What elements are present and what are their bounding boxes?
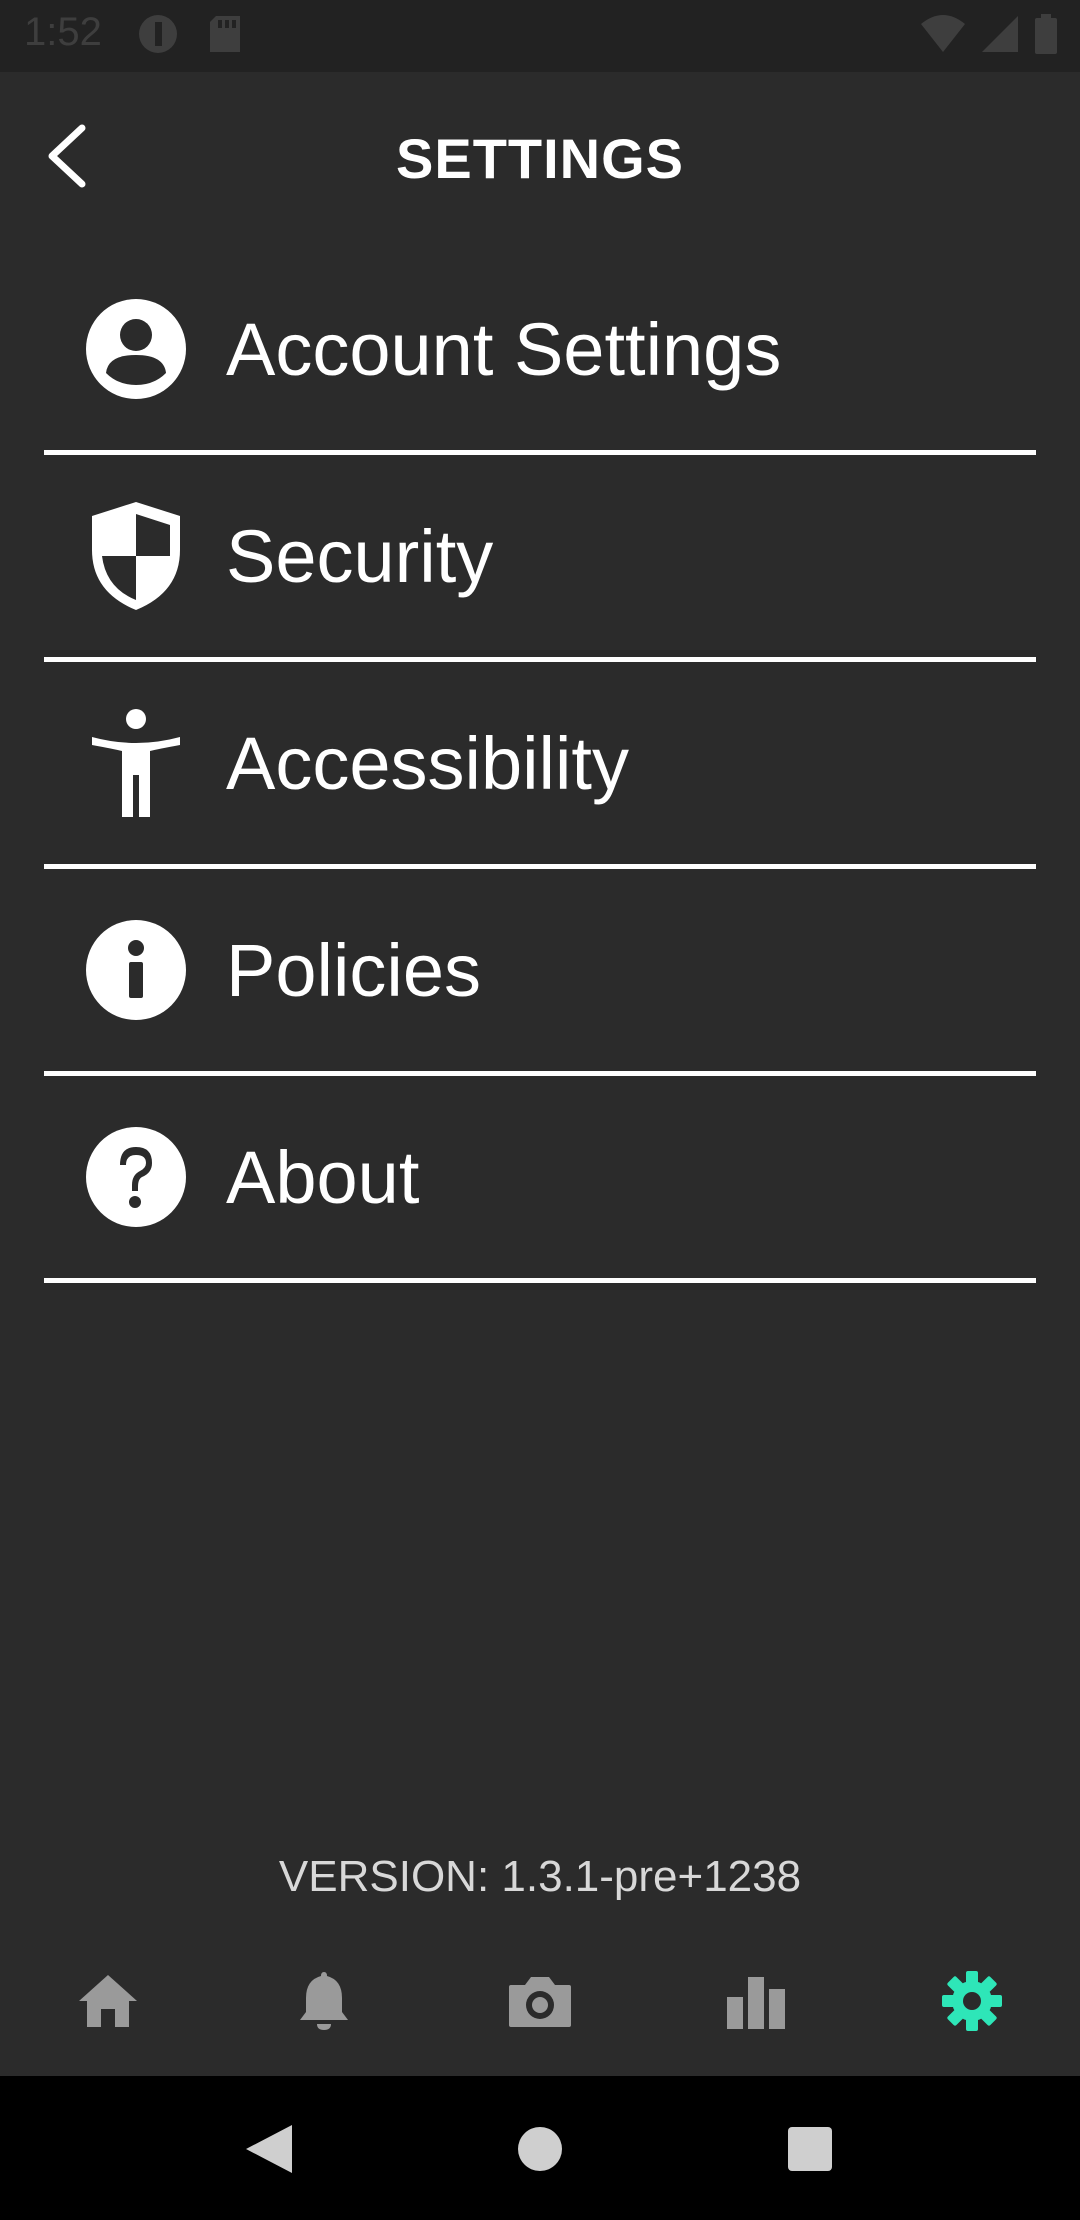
settings-item-label: Accessibility — [226, 721, 629, 805]
nav-settings-button[interactable] — [922, 1956, 1022, 2046]
signal-icon — [980, 14, 1020, 59]
system-recents-button[interactable] — [765, 2104, 855, 2194]
camera-icon — [509, 1977, 571, 2027]
settings-item-label: About — [226, 1135, 420, 1219]
shield-icon — [84, 502, 188, 610]
recents-square-icon — [788, 2127, 832, 2171]
nav-camera-button[interactable] — [490, 1956, 590, 2046]
nav-stats-button[interactable] — [706, 1956, 806, 2046]
battery-icon — [1034, 14, 1058, 59]
bottom-nav — [0, 1932, 1080, 2076]
settings-item-policies[interactable]: Policies — [44, 869, 1036, 1076]
settings-item-account[interactable]: Account Settings — [44, 248, 1036, 455]
system-home-button[interactable] — [495, 2104, 585, 2194]
app-header: SETTINGS — [0, 72, 1080, 244]
settings-item-label: Account Settings — [226, 307, 782, 391]
settings-item-label: Policies — [226, 928, 481, 1012]
status-bar: 1:52 — [0, 0, 1080, 72]
home-icon — [79, 1975, 137, 2027]
accessibility-icon — [84, 709, 188, 817]
settings-item-accessibility[interactable]: Accessibility — [44, 662, 1036, 869]
sd-card-icon — [208, 14, 242, 59]
status-left-icons — [138, 14, 242, 59]
help-icon — [84, 1125, 188, 1229]
bell-icon — [300, 1972, 348, 2030]
nav-home-button[interactable] — [58, 1956, 158, 2046]
nav-notifications-button[interactable] — [274, 1956, 374, 2046]
settings-item-about[interactable]: About — [44, 1076, 1036, 1283]
page-title: SETTINGS — [395, 127, 685, 190]
circle-app-icon — [138, 14, 178, 59]
gear-icon — [942, 1971, 1002, 2031]
account-circle-icon — [84, 297, 188, 401]
back-triangle-icon — [246, 2125, 292, 2173]
version-text: VERSION: 1.3.1-pre+1238 — [278, 1852, 802, 1901]
wifi-icon — [920, 14, 966, 59]
system-nav-bar — [0, 2076, 1080, 2220]
home-circle-icon — [518, 2127, 562, 2171]
system-back-button[interactable] — [224, 2104, 314, 2194]
bar-chart-icon — [727, 1977, 785, 2029]
settings-item-security[interactable]: Security — [44, 455, 1036, 662]
info-icon — [84, 918, 188, 1022]
settings-list: Account Settings Security Accessibility — [44, 248, 1036, 1283]
status-time: 1:52 — [24, 10, 102, 54]
status-right-icons — [920, 14, 1058, 59]
settings-item-label: Security — [226, 514, 494, 598]
